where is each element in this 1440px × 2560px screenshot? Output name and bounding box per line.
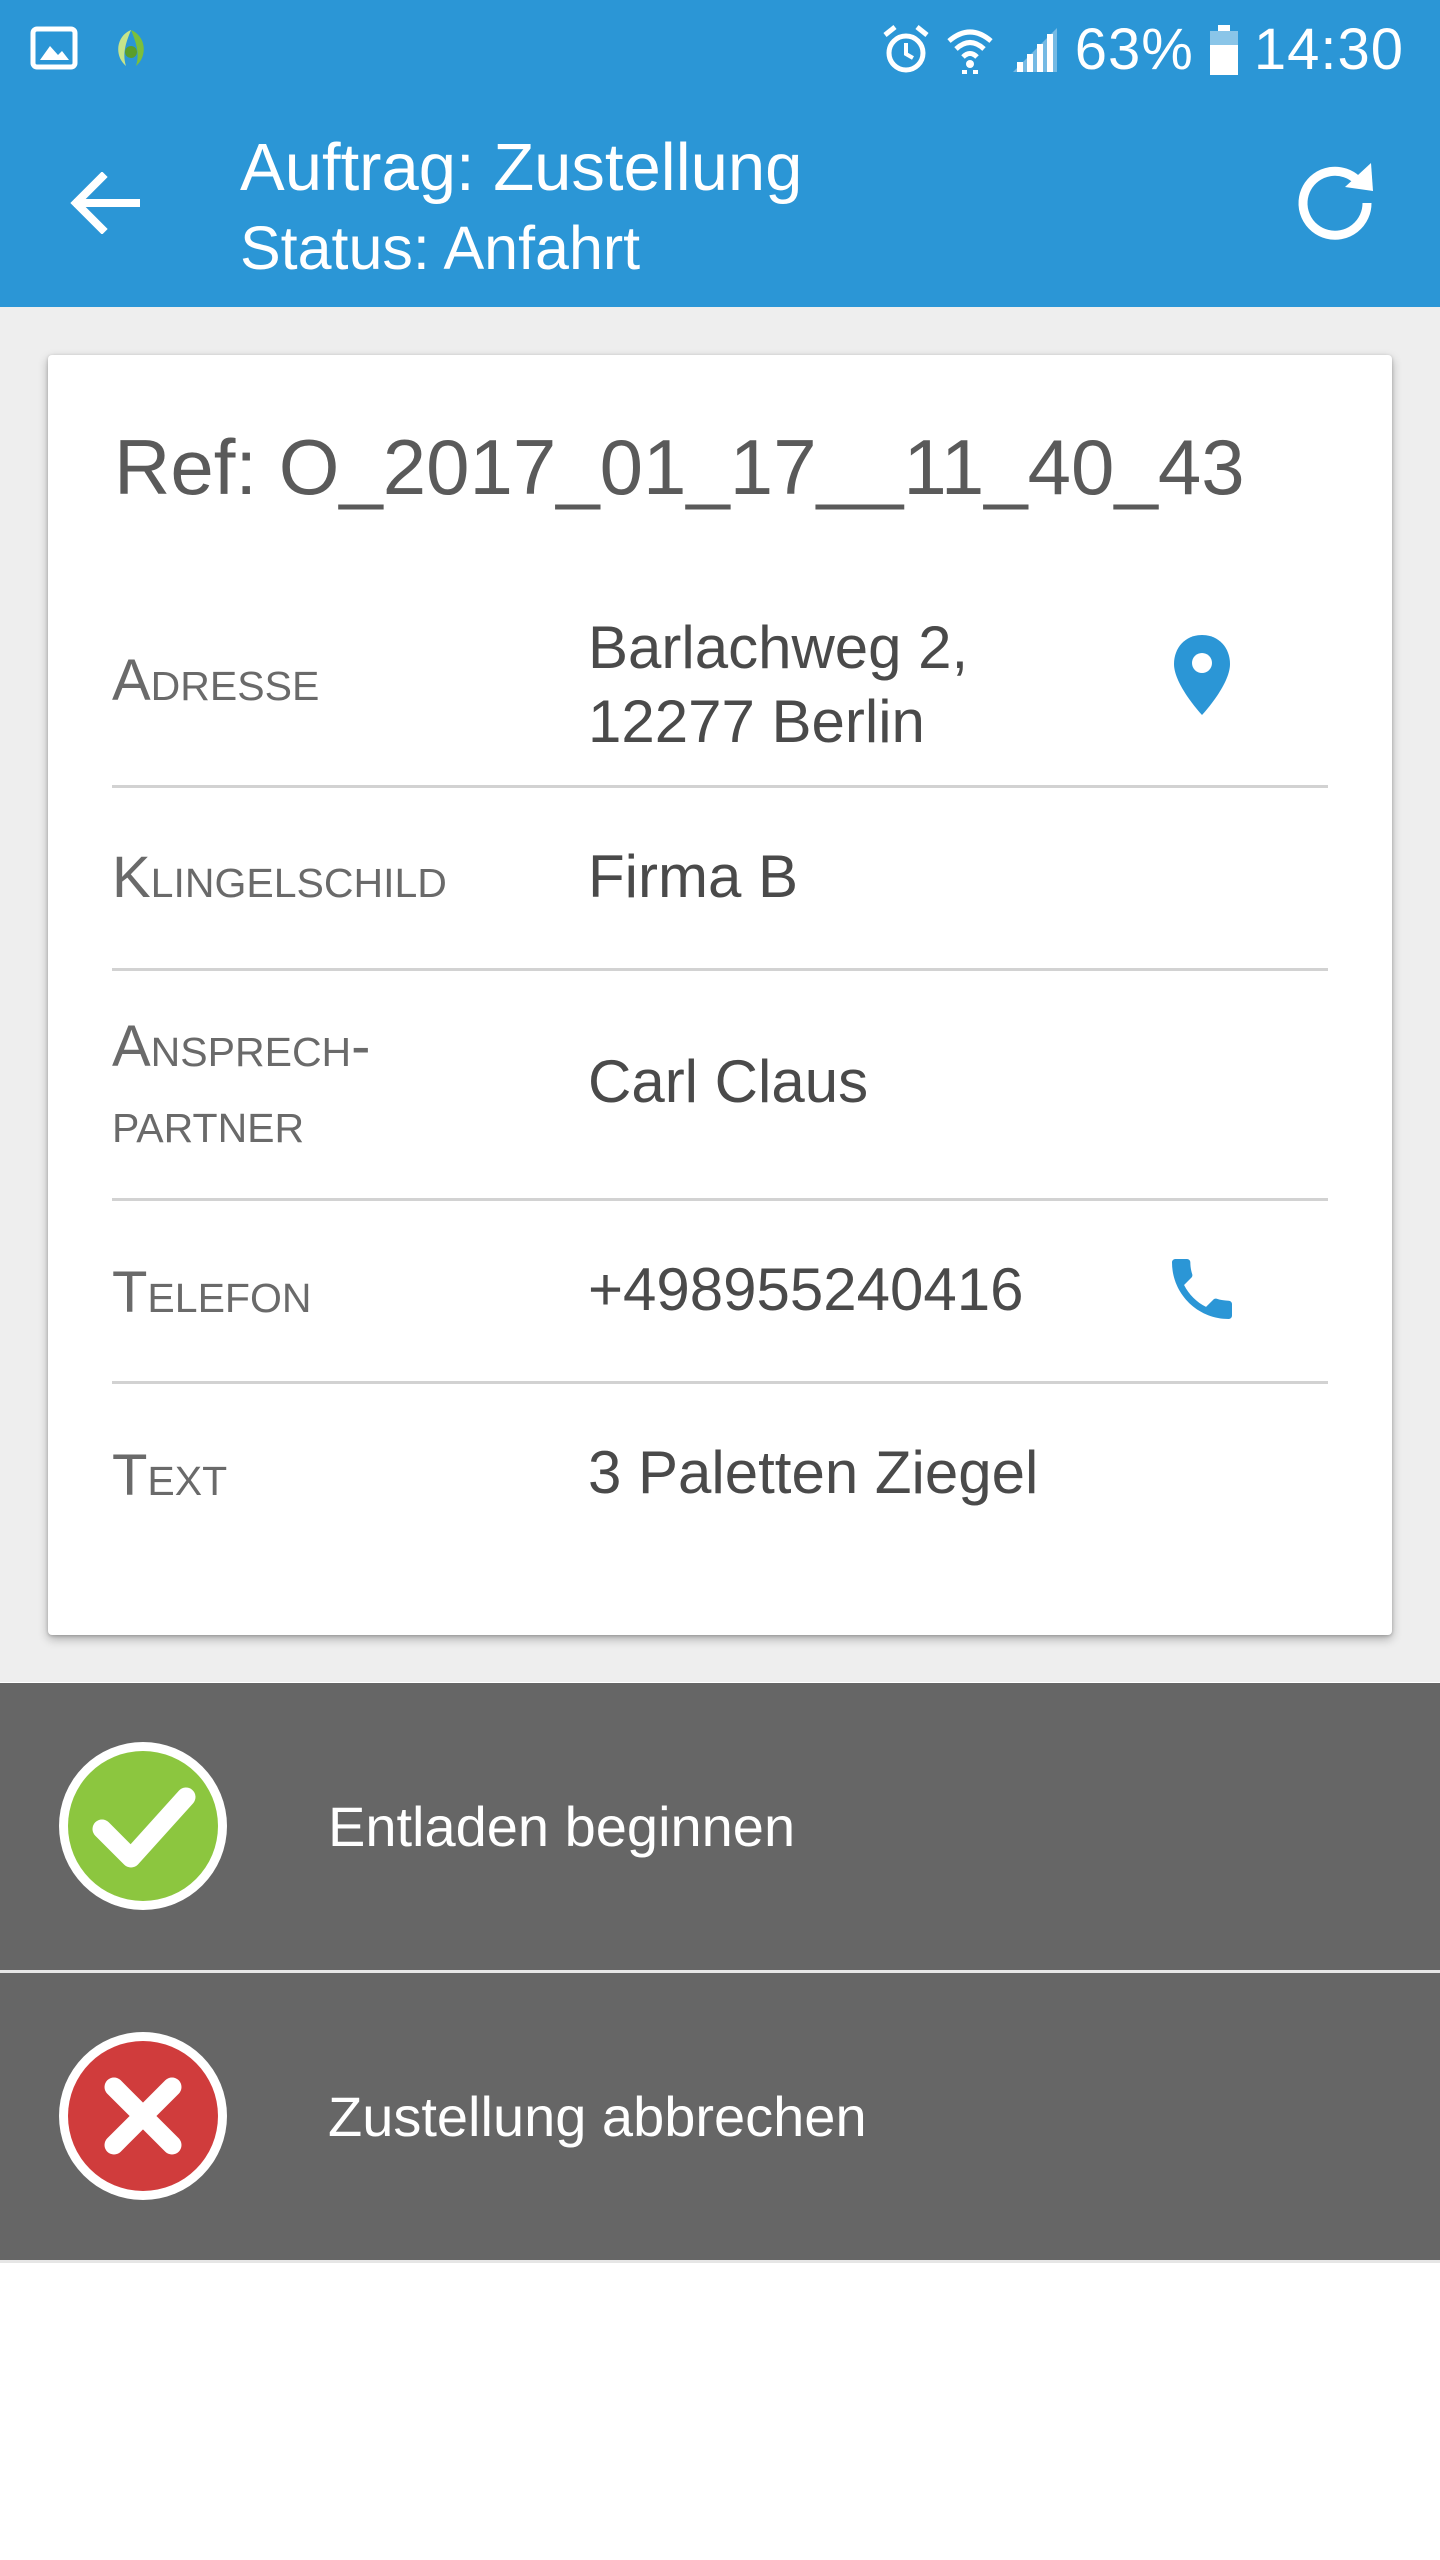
contact-label-line1: Ansprech- [112,1014,371,1079]
cancel-circle-icon [56,2029,230,2203]
address-label: Adresse [112,648,320,713]
contact-value: Carl Claus [588,1048,869,1115]
order-card: Ref: O_2017_01_17__11_40_43 Adresse Barl… [48,355,1392,1635]
gallery-icon [30,26,78,75]
detail-row-contact: Ansprech- partner Carl Claus [112,971,1328,1201]
refresh-icon [1287,155,1383,256]
back-button[interactable] [60,160,150,250]
battery-percent: 63% [1074,17,1194,82]
content-area: Ref: O_2017_01_17__11_40_43 Adresse Barl… [0,307,1440,1682]
contact-label-line2: partner [112,1090,305,1155]
refresh-button[interactable] [1280,150,1390,260]
status-right-icons: 63% 14:30 [881,18,1404,82]
detail-row-text: Text 3 Paletten Ziegel [112,1384,1328,1564]
signal-icon [1009,24,1061,76]
address-value-line2: 12277 Berlin [588,688,925,755]
wifi-icon [945,23,995,77]
detail-row-doorbell: Klingelschild Firma B [112,788,1328,971]
map-button[interactable] [1152,627,1252,727]
page-subtitle: Status: Anfahrt [240,214,641,282]
cancel-delivery-label: Zustellung abbrechen [328,2085,867,2148]
cancel-delivery-button[interactable]: Zustellung abbrechen [0,1973,1440,2260]
address-value-line1: Barlachweg 2, [588,614,969,681]
arrow-back-icon [70,170,140,239]
phone-icon [1162,1249,1242,1334]
phone-label: Telefon [112,1260,312,1325]
doorbell-label: Klingelschild [112,845,447,910]
app-leaf-icon [108,26,154,75]
check-circle-icon [56,1739,230,1913]
start-unloading-label: Entladen beginnen [328,1795,796,1858]
reference-title: Ref: O_2017_01_17__11_40_43 [114,423,1245,511]
detail-row-address: Adresse Barlachweg 2, 12277 Berlin [112,585,1328,788]
doorbell-value: Firma B [588,843,798,910]
call-button[interactable] [1152,1241,1252,1341]
text-label: Text [112,1443,228,1508]
action-divider [0,2260,1440,2263]
app-bar: Auftrag: Zustellung Status: Anfahrt [0,100,1440,307]
detail-row-phone: Telefon +498955240416 [112,1201,1328,1384]
text-value: 3 Paletten Ziegel [588,1439,1039,1506]
battery-icon [1208,23,1240,77]
phone-value[interactable]: +498955240416 [588,1253,1023,1327]
order-details: Adresse Barlachweg 2, 12277 Berlin Kling… [112,585,1328,1564]
page-title: Auftrag: Zustellung [240,130,803,205]
status-bar: 63% 14:30 [0,0,1440,100]
clock: 14:30 [1253,17,1404,82]
alarm-icon [881,23,931,77]
start-unloading-button[interactable]: Entladen beginnen [0,1683,1440,1970]
status-left-icons [30,24,154,76]
map-pin-icon [1172,633,1232,722]
